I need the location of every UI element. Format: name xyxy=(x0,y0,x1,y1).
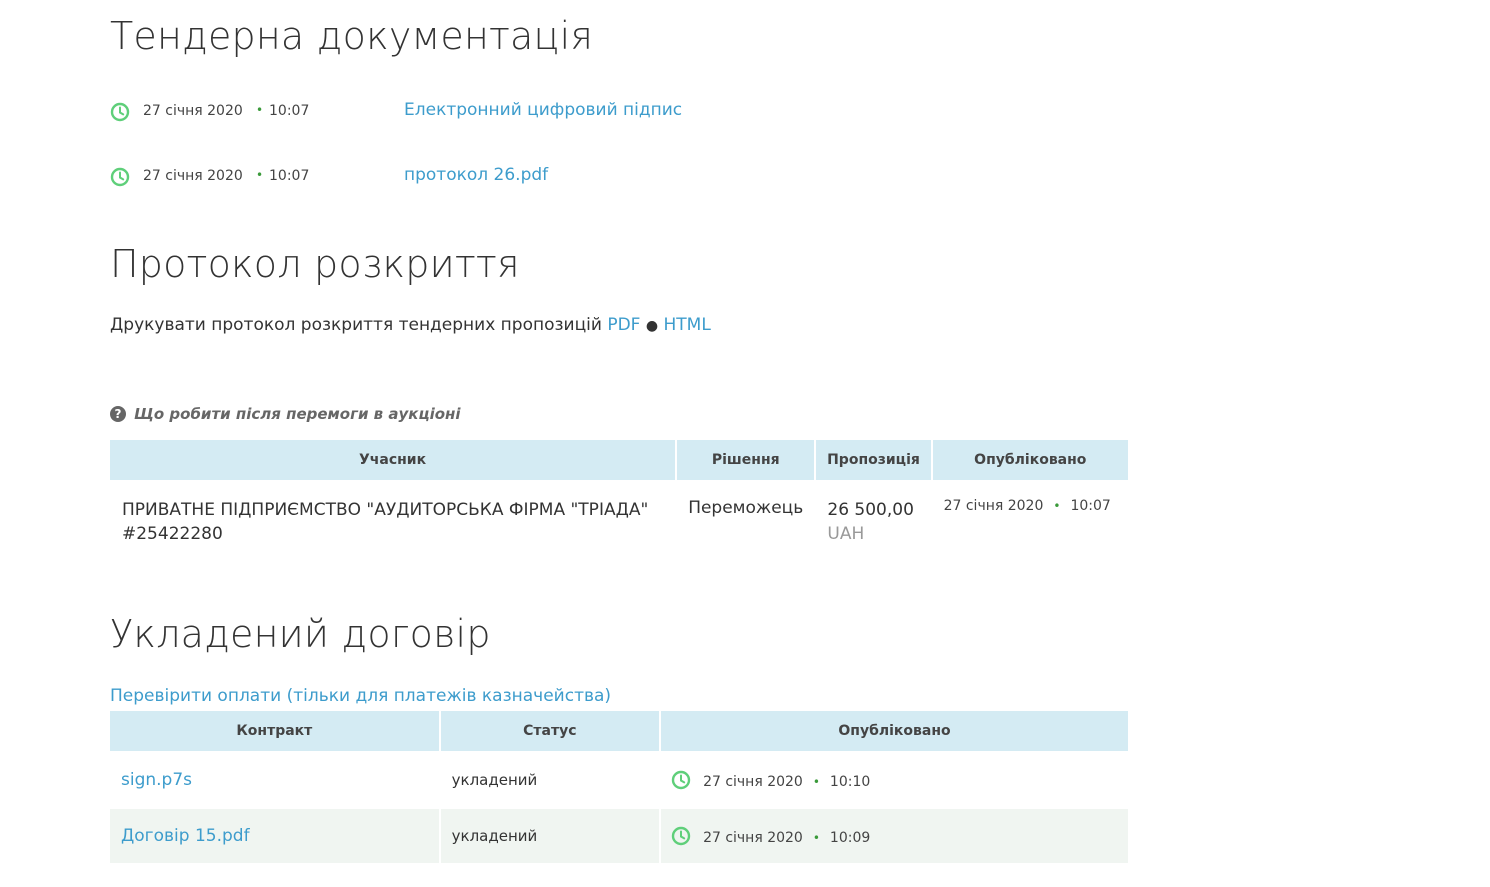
doc-date: 27 січня 2020 xyxy=(143,168,243,184)
published-time: 10:07 xyxy=(1070,498,1111,514)
print-protocol-line: Друкувати протокол розкриття тендерних п… xyxy=(110,315,711,335)
table-row: ПРИВАТНЕ ПІДПРИЄМСТВО "АУДИТОРСЬКА ФІРМА… xyxy=(110,482,1128,558)
participant-cell: ПРИВАТНЕ ПІДПРИЄМСТВО "АУДИТОРСЬКА ФІРМА… xyxy=(110,482,675,558)
doc-row: 27 січня 2020 • 10:07 Електронний цифров… xyxy=(110,100,1010,124)
published-date: 27 січня 2020 xyxy=(943,498,1044,514)
offer-cell: 26 500,00 UAH xyxy=(816,482,930,558)
table-row: Договір 15.pdf укладений 27 січня 2020 • 1… xyxy=(110,809,1128,863)
protocol-heading: Протокол розкриття xyxy=(110,242,520,286)
contract-status: укладений xyxy=(440,809,660,863)
contract-file-link[interactable]: Договір 15.pdf xyxy=(121,826,250,846)
doc-time: 10:07 xyxy=(269,168,310,184)
contract-heading: Укладений договір xyxy=(110,612,491,656)
separator-dot: • xyxy=(812,775,820,789)
doc-date: 27 січня 2020 xyxy=(143,103,243,119)
published-date: 27 січня 2020 xyxy=(703,830,803,846)
doc-row: 27 січня 2020 • 10:07 протокол 26.pdf xyxy=(110,165,1010,189)
contract-file-link[interactable]: sign.p7s xyxy=(121,770,192,790)
published-cell: 27 січня 2020 • 10:07 xyxy=(933,482,1128,558)
decision-cell: Переможець xyxy=(688,498,804,518)
col-published: Опубліковано xyxy=(932,440,1128,480)
offer-amount: 26 500,00 xyxy=(827,500,914,520)
after-win-help[interactable]: ? Що робити після перемоги в аукціоні xyxy=(110,405,461,423)
separator-dot: • xyxy=(256,168,264,182)
print-html-link[interactable]: HTML xyxy=(664,315,711,335)
contracts-table: Контракт Статус Опубліковано sign.p7s ук… xyxy=(108,709,1130,865)
published-time: 10:09 xyxy=(829,830,871,846)
contract-file-cell: sign.p7s xyxy=(110,753,439,807)
col-participant: Учасник xyxy=(110,440,676,480)
clock-icon xyxy=(110,167,130,187)
offer-currency: UAH xyxy=(827,524,865,544)
published-date: 27 січня 2020 xyxy=(703,774,803,790)
contract-published-cell: 27 січня 2020 • 10:10 xyxy=(661,753,1128,807)
clock-icon xyxy=(671,770,691,790)
print-pdf-link[interactable]: PDF xyxy=(607,315,640,335)
contract-published-cell: 27 січня 2020 • 10:09 xyxy=(661,809,1128,863)
separator-dot: • xyxy=(1053,499,1061,513)
col-contract: Контракт xyxy=(110,711,439,751)
participant-code: #25422280 xyxy=(122,524,223,544)
col-status: Статус xyxy=(440,711,660,751)
tender-docs-heading: Тендерна документація xyxy=(110,14,594,58)
after-win-help-text: Що робити після перемоги в аукціоні xyxy=(134,405,461,423)
separator-bullet: ● xyxy=(645,318,659,334)
col-offer: Пропозиція xyxy=(816,440,931,480)
print-protocol-text: Друкувати протокол розкриття тендерних п… xyxy=(110,315,602,335)
clock-icon xyxy=(671,826,691,846)
doc-link-protocol-pdf[interactable]: протокол 26.pdf xyxy=(404,165,548,185)
participant-name: ПРИВАТНЕ ПІДПРИЄМСТВО "АУДИТОРСЬКА ФІРМА… xyxy=(122,500,649,520)
check-payments-link[interactable]: Перевірити оплати (тільки для платежів к… xyxy=(110,686,611,706)
table-row: sign.p7s укладений 27 січня 2020 • 10:10 xyxy=(110,753,1128,807)
contract-file-cell: Договір 15.pdf xyxy=(110,809,439,863)
contract-status: укладений xyxy=(451,771,538,789)
published-time: 10:10 xyxy=(829,774,871,790)
separator-dot: • xyxy=(812,831,820,845)
question-circle-icon: ? xyxy=(110,406,126,422)
doc-link-signature[interactable]: Електронний цифровий підпис xyxy=(404,100,682,120)
col-decision: Рішення xyxy=(677,440,815,480)
clock-icon xyxy=(110,102,130,122)
bids-table: Учасник Рішення Пропозиція Опубліковано … xyxy=(108,438,1130,560)
col-published: Опубліковано xyxy=(661,711,1128,751)
separator-dot: • xyxy=(256,103,264,117)
doc-time: 10:07 xyxy=(269,103,310,119)
